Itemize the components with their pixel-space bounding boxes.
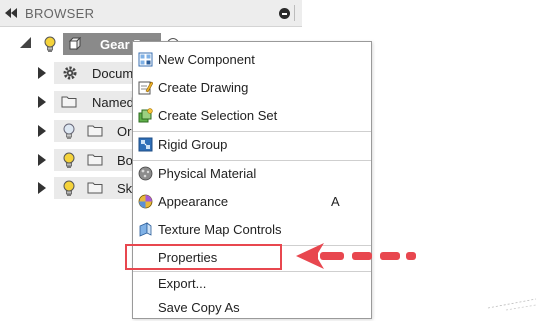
menu-item-save-copy-as[interactable]: Save Copy As — [133, 295, 371, 321]
lightbulb-icon[interactable] — [43, 36, 57, 53]
menu-item-label: Texture Map Controls — [158, 222, 282, 237]
lightbulb-icon[interactable] — [62, 180, 76, 197]
create-drawing-icon — [138, 81, 153, 95]
browser-title: BROWSER — [25, 6, 95, 21]
tree-label: Or — [117, 124, 132, 139]
menu-item-label: Appearance — [158, 194, 229, 209]
menu-item-label: Create Drawing — [158, 80, 249, 95]
lightbulb-icon[interactable] — [62, 152, 76, 169]
menu-item-label: Export... — [158, 276, 207, 291]
tree-row-document-settings[interactable]: Docum — [0, 62, 135, 86]
menu-item-label: New Component — [158, 52, 255, 67]
context-menu: New Component Create Drawing Create Sele… — [132, 41, 372, 319]
menu-item-create-selection-set[interactable]: Create Selection Set — [133, 103, 371, 129]
menu-item-appearance[interactable]: Appearance A — [133, 189, 371, 215]
expand-closed-icon[interactable] — [38, 154, 46, 166]
rigid-group-icon — [138, 137, 153, 152]
new-component-icon — [138, 52, 153, 67]
collapse-panel-icon[interactable] — [4, 7, 18, 19]
shortcut-key: A — [331, 194, 340, 209]
decorative-lines — [487, 298, 537, 311]
tree-label: Bo — [117, 153, 133, 168]
texture-map-icon — [139, 222, 152, 237]
appearance-icon — [138, 194, 153, 209]
header-divider — [294, 5, 295, 21]
menu-item-label: Create Selection Set — [158, 108, 278, 123]
tree-label: Named — [92, 95, 134, 110]
folder-icon — [87, 182, 103, 194]
minimize-icon[interactable] — [279, 8, 290, 19]
menu-item-create-drawing[interactable]: Create Drawing — [133, 75, 371, 101]
expand-closed-icon[interactable] — [38, 182, 46, 194]
menu-item-label: Physical Material — [158, 166, 257, 181]
tree-row-bodies[interactable]: Bo — [0, 149, 135, 173]
selection-set-icon — [138, 108, 153, 123]
browser-header: BROWSER — [0, 0, 302, 27]
folder-icon — [61, 96, 77, 108]
gear-icon — [63, 66, 77, 80]
menu-item-label: Rigid Group — [158, 137, 228, 152]
expand-closed-icon[interactable] — [38, 125, 46, 137]
arrow-annotation-icon — [296, 243, 416, 269]
folder-icon — [87, 154, 103, 166]
tree-label: Docum — [92, 66, 134, 81]
tree-row-sketches[interactable]: Sk — [0, 177, 135, 201]
tree-row-named-views[interactable]: Named — [0, 91, 135, 115]
physical-material-icon — [138, 166, 153, 181]
menu-item-new-component[interactable]: New Component — [133, 47, 371, 73]
expand-closed-icon[interactable] — [38, 67, 46, 79]
menu-item-physical-material[interactable]: Physical Material — [133, 161, 371, 187]
folder-icon — [87, 125, 103, 137]
menu-item-export[interactable]: Export... — [133, 271, 371, 297]
component-icon — [68, 36, 82, 51]
tree-label: Sk — [117, 181, 133, 196]
expand-open-icon[interactable] — [20, 37, 31, 48]
lightbulb-off-icon[interactable] — [62, 123, 76, 140]
expand-closed-icon[interactable] — [38, 96, 46, 108]
tree-row-origin[interactable]: Or — [0, 120, 135, 144]
menu-item-rigid-group[interactable]: Rigid Group — [133, 132, 371, 158]
highlight-box — [125, 244, 282, 270]
